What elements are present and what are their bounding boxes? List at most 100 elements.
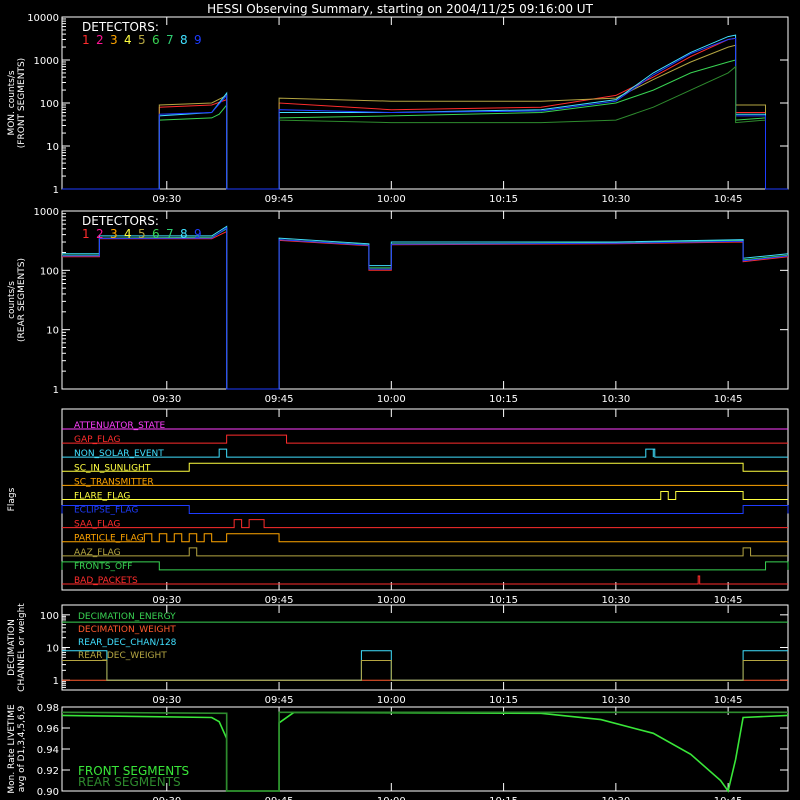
x-tick-label: 10:30 bbox=[601, 394, 630, 405]
series-line-rear bbox=[62, 228, 789, 390]
y-axis-label: DECIMATION bbox=[7, 619, 17, 676]
legend-entry: 1 bbox=[82, 227, 90, 241]
legend-entry: 3 bbox=[110, 227, 118, 241]
series-line-front bbox=[62, 59, 788, 190]
flag-trace bbox=[61, 505, 789, 515]
flag-trace bbox=[62, 462, 788, 472]
legend-entry: 6 bbox=[152, 33, 160, 47]
panel-front: 09:30 09:45 10:00 10:15 10:30 10:45 1 10 100 1000… bbox=[7, 13, 789, 205]
series-line-decimation bbox=[62, 660, 788, 681]
series-line-rear bbox=[62, 230, 789, 390]
flag-trace bbox=[62, 490, 788, 500]
y-axis-label: counts/s bbox=[7, 281, 17, 319]
legend-entry: 8 bbox=[180, 33, 188, 47]
legend-entry: 9 bbox=[194, 227, 202, 241]
y-tick-label: 1 bbox=[53, 385, 59, 396]
legend-entry: 4 bbox=[124, 227, 132, 241]
series-line-rear bbox=[62, 225, 789, 390]
hessi-summary-chart: HESSI Observing Summary, starting on 200… bbox=[7, 2, 789, 800]
x-tick-label: 10:00 bbox=[377, 394, 406, 405]
x-tick-label: 10:15 bbox=[489, 796, 518, 800]
x-tick-label: 10:30 bbox=[601, 595, 630, 606]
x-tick-label: 10:00 bbox=[377, 695, 406, 706]
y-tick-label: 100 bbox=[40, 611, 59, 622]
x-tick-label: 10:30 bbox=[601, 194, 630, 205]
legend-entry: 1 bbox=[82, 33, 90, 47]
legend-entry: 2 bbox=[96, 33, 104, 47]
flag-trace bbox=[62, 575, 788, 585]
panel-rear: 09:30 09:45 10:00 10:15 10:30 10:45 1 10 100 1000… bbox=[7, 207, 789, 405]
y-axis-label: (REAR SEGMENTS) bbox=[17, 258, 27, 342]
x-tick-label: 10:45 bbox=[714, 796, 743, 800]
y-tick-label: 100 bbox=[40, 266, 59, 277]
series-line-front bbox=[62, 44, 788, 190]
legend-title: DETECTORS: bbox=[82, 214, 159, 228]
x-tick-label: 10:45 bbox=[714, 394, 743, 405]
y-tick-label: 100 bbox=[40, 99, 59, 110]
legend-entry: 5 bbox=[138, 33, 146, 47]
series-legend-entry: DECIMATION_ENERGY bbox=[78, 612, 176, 622]
x-tick-label: 10:15 bbox=[489, 394, 518, 405]
x-tick-label: 09:30 bbox=[152, 796, 181, 800]
y-tick-label: 10 bbox=[46, 142, 59, 153]
x-tick-label: 10:45 bbox=[714, 595, 743, 606]
y-tick-label: 0.98 bbox=[37, 703, 59, 714]
x-tick-label: 10:00 bbox=[377, 796, 406, 800]
series-line-front bbox=[62, 37, 788, 190]
flag-trace bbox=[62, 533, 788, 543]
x-tick-label: 10:30 bbox=[601, 796, 630, 800]
x-tick-label: 09:45 bbox=[265, 394, 294, 405]
y-axis-label: avg of D1,3,4,5,6,9 bbox=[17, 705, 27, 792]
y-tick-label: 10000 bbox=[27, 13, 59, 24]
panel-decimation: 09:30 09:45 10:00 10:15 10:30 10:45 1 10 100 DECI… bbox=[7, 603, 789, 706]
flag-trace bbox=[61, 561, 789, 571]
series-line-front bbox=[279, 65, 766, 124]
y-axis-label: (FRONT SEGMENTS) bbox=[17, 58, 27, 148]
x-tick-label: 09:30 bbox=[152, 194, 181, 205]
legend-entry: 2 bbox=[96, 227, 104, 241]
y-tick-label: 1 bbox=[53, 185, 59, 196]
y-tick-label: 1 bbox=[53, 676, 59, 687]
series-legend-entry: REAR_DEC_WEIGHT bbox=[78, 651, 167, 661]
legend-entry: 6 bbox=[152, 227, 160, 241]
flag-trace bbox=[62, 434, 788, 444]
y-tick-label: 1000 bbox=[34, 56, 59, 67]
series-line-rear bbox=[62, 226, 789, 390]
legend-title: DETECTORS: bbox=[82, 20, 159, 34]
x-tick-label: 10:30 bbox=[601, 695, 630, 706]
y-axis-label: Mon. Rate LIVETIME bbox=[7, 704, 17, 794]
flag-label: FRONTS_OFF bbox=[74, 562, 132, 572]
x-tick-label: 10:45 bbox=[714, 194, 743, 205]
y-axis-label: CHANNEL or weight bbox=[17, 603, 27, 692]
flag-label: ECLIPSE_FLAG bbox=[74, 506, 138, 516]
series-line-decimation bbox=[62, 650, 788, 681]
series-legend-entry: REAR SEGMENTS bbox=[78, 775, 181, 789]
x-tick-label: 10:15 bbox=[489, 194, 518, 205]
x-tick-label: 09:30 bbox=[152, 595, 181, 606]
legend-entry: 8 bbox=[180, 227, 188, 241]
flag-trace bbox=[62, 448, 788, 458]
x-tick-label: 09:45 bbox=[265, 194, 294, 205]
flag-trace bbox=[62, 519, 788, 529]
legend-entry: 3 bbox=[110, 33, 118, 47]
y-tick-label: 0.92 bbox=[37, 766, 59, 777]
x-tick-label: 09:45 bbox=[265, 796, 294, 800]
x-tick-label: 09:45 bbox=[265, 595, 294, 606]
legend-entry: 7 bbox=[166, 227, 174, 241]
x-tick-label: 09:45 bbox=[265, 695, 294, 706]
x-tick-label: 09:30 bbox=[152, 695, 181, 706]
y-tick-label: 0.90 bbox=[37, 787, 59, 798]
y-tick-label: 1000 bbox=[34, 207, 59, 218]
legend-entry: 5 bbox=[138, 227, 146, 241]
y-tick-label: 10 bbox=[46, 326, 59, 337]
y-tick-label: 0.94 bbox=[37, 745, 59, 756]
panel-flags: 09:30 09:45 10:00 10:15 10:30 10:45FlagsATTEN… bbox=[7, 408, 789, 606]
series-legend-entry: REAR_DEC_CHAN/128 bbox=[78, 638, 177, 648]
x-tick-label: 10:00 bbox=[377, 194, 406, 205]
chart-title: HESSI Observing Summary, starting on 200… bbox=[207, 2, 593, 16]
x-tick-label: 10:45 bbox=[714, 695, 743, 706]
y-axis-label: MON. counts/s bbox=[7, 70, 17, 135]
legend-entry: 7 bbox=[166, 33, 174, 47]
x-tick-label: 10:15 bbox=[489, 695, 518, 706]
flag-trace bbox=[62, 547, 788, 557]
